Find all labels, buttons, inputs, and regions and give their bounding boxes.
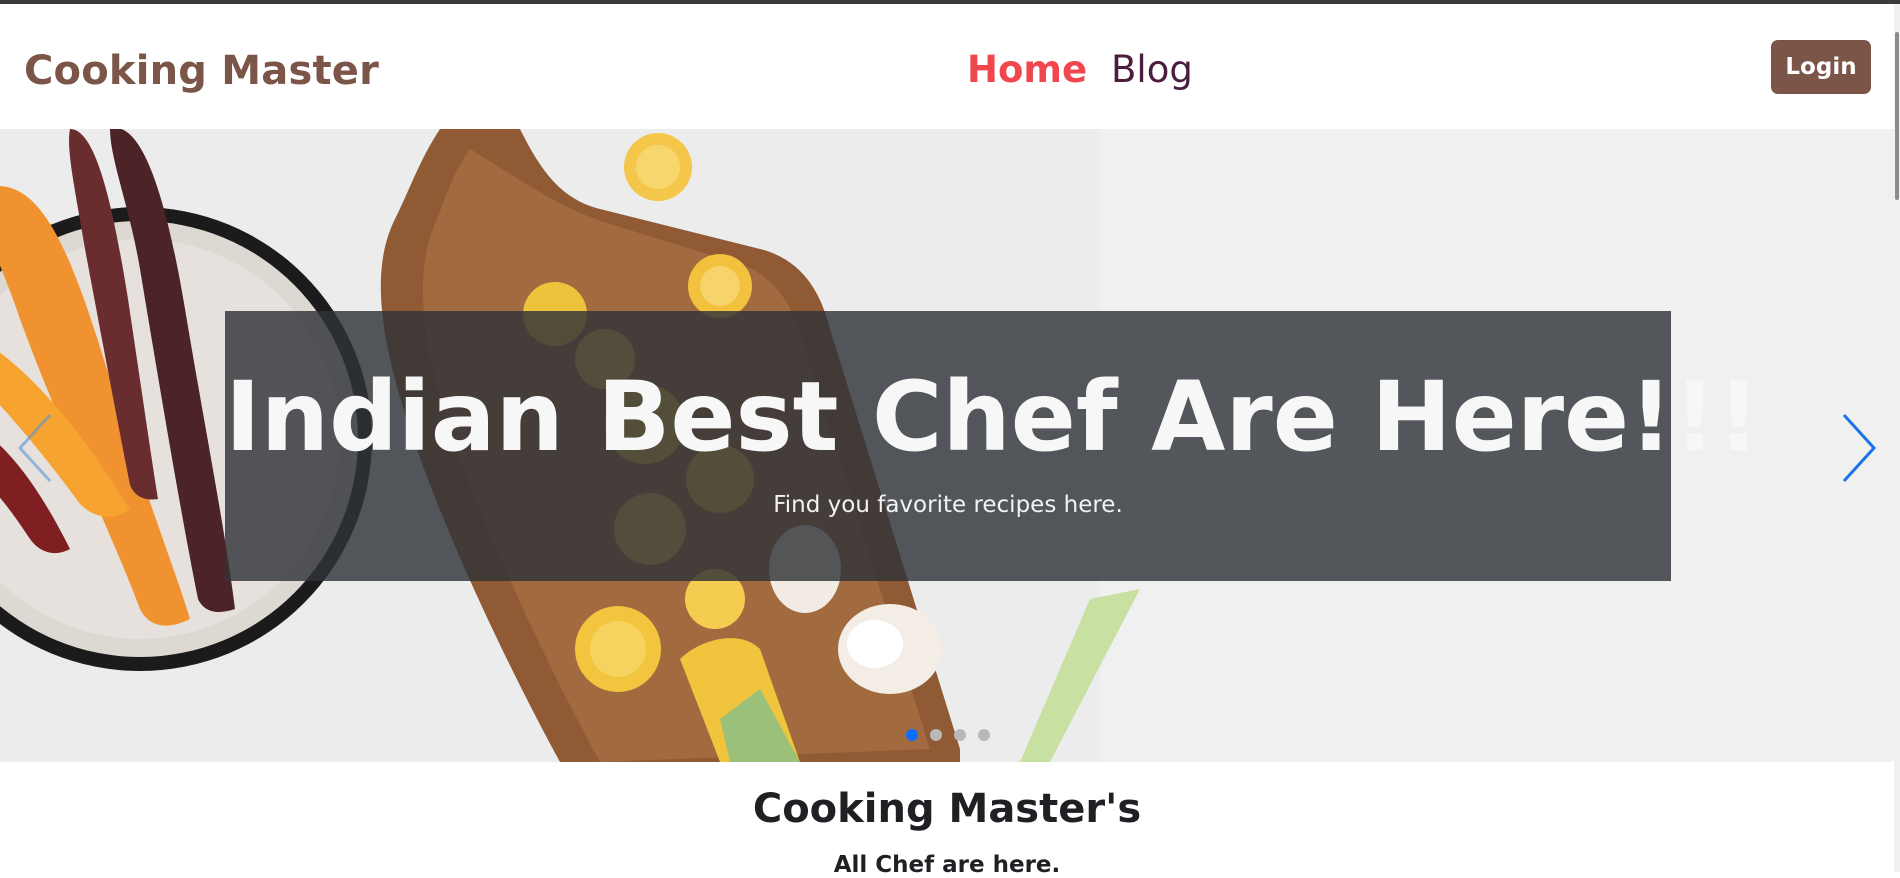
carousel-indicator-3[interactable] [954, 729, 966, 741]
page-scrollbar[interactable] [1894, 4, 1900, 872]
nav-link-blog[interactable]: Blog [1111, 48, 1193, 91]
carousel-indicator-2[interactable] [930, 729, 942, 741]
nav-links: Home Blog [967, 48, 1193, 91]
section-subtitle: All Chef are here. [833, 852, 1061, 878]
carousel-indicators [906, 729, 990, 741]
chevron-right-icon[interactable] [1836, 411, 1880, 485]
hero-title: Indian Best Chef Are Here!!! [225, 361, 1761, 473]
brand-logo[interactable]: Cooking Master [24, 48, 379, 94]
navbar: Cooking Master Home Blog Login [0, 4, 1894, 129]
login-button[interactable]: Login [1771, 40, 1871, 94]
carousel-indicator-1[interactable] [906, 729, 918, 741]
hero-subtitle: Find you favorite recipes here. [773, 492, 1123, 518]
scrollbar-thumb[interactable] [1895, 32, 1899, 200]
section-title: Cooking Master's [752, 786, 1142, 832]
carousel-caption: Indian Best Chef Are Here!!! Find you fa… [225, 311, 1761, 581]
nav-link-home[interactable]: Home [967, 48, 1087, 91]
carousel-indicator-4[interactable] [978, 729, 990, 741]
chevron-left-icon[interactable] [14, 411, 58, 485]
hero-carousel: Indian Best Chef Are Here!!! Find you fa… [0, 129, 1894, 762]
